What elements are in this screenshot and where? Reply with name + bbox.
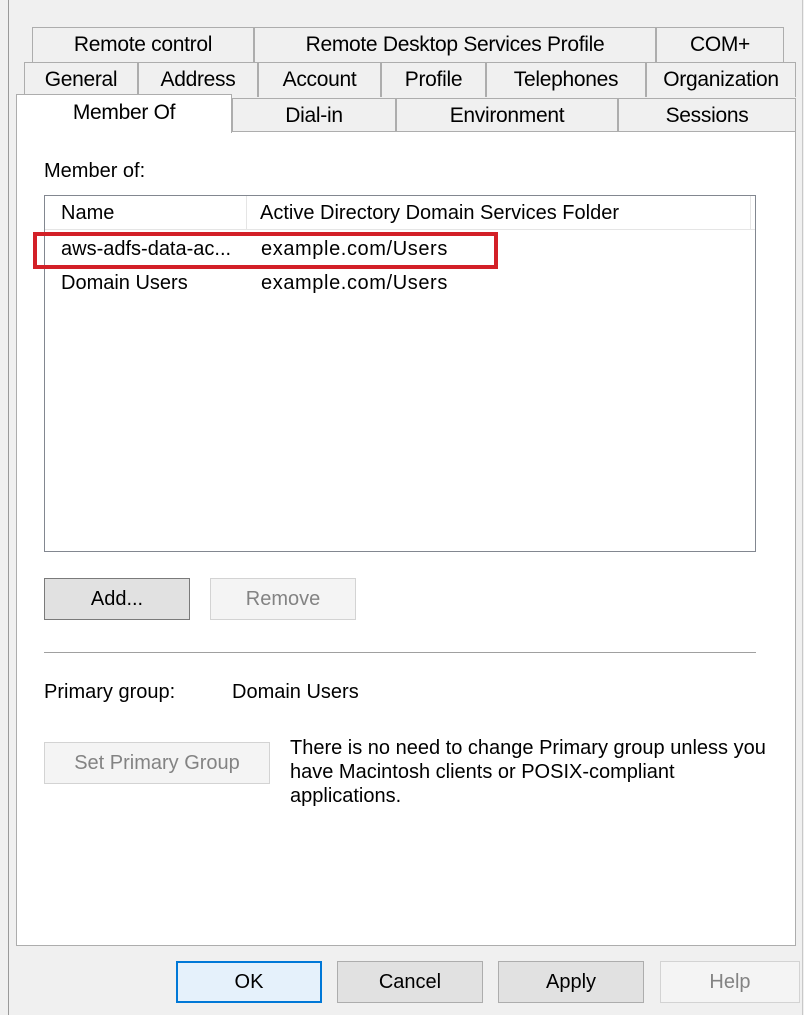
tab-profile[interactable]: Profile	[381, 62, 486, 97]
primary-group-value: Domain Users	[232, 681, 359, 703]
separator	[44, 652, 756, 653]
tab-com-plus[interactable]: COM+	[656, 27, 784, 62]
help-button[interactable]: Help	[660, 961, 800, 1003]
cancel-button[interactable]: Cancel	[337, 961, 483, 1003]
window-border-left	[8, 0, 9, 1015]
group-folder: example.com/Users	[261, 237, 448, 260]
list-item[interactable]: aws-adfs-data-ac... example.com/Users	[45, 232, 755, 266]
window-border-right	[802, 0, 803, 1015]
member-of-list[interactable]: Name Active Directory Domain Services Fo…	[44, 195, 756, 552]
ok-button[interactable]: OK	[176, 961, 322, 1003]
tab-dial-in[interactable]: Dial-in	[232, 98, 396, 133]
column-header-name[interactable]: Name	[45, 196, 247, 230]
group-folder: example.com/Users	[261, 271, 448, 294]
apply-button[interactable]: Apply	[498, 961, 644, 1003]
set-primary-group-button[interactable]: Set Primary Group	[44, 742, 270, 784]
tab-remote-desktop-services-profile[interactable]: Remote Desktop Services Profile	[254, 27, 656, 62]
member-of-label: Member of:	[44, 160, 146, 182]
primary-group-note: There is no need to change Primary group…	[290, 737, 766, 807]
add-button[interactable]: Add...	[44, 578, 190, 620]
remove-button[interactable]: Remove	[210, 578, 356, 620]
group-name: aws-adfs-data-ac...	[61, 237, 232, 260]
list-item[interactable]: Domain Users example.com/Users	[45, 266, 755, 300]
tab-remote-control[interactable]: Remote control	[32, 27, 254, 62]
group-name: Domain Users	[61, 271, 188, 294]
tab-environment[interactable]: Environment	[396, 98, 618, 133]
tab-account[interactable]: Account	[258, 62, 381, 97]
tab-member-of[interactable]: Member Of	[16, 94, 232, 133]
tab-address[interactable]: Address	[138, 62, 258, 97]
column-header-folder[interactable]: Active Directory Domain Services Folder	[247, 196, 751, 230]
tab-sessions[interactable]: Sessions	[618, 98, 796, 133]
primary-group-label: Primary group:	[44, 681, 176, 703]
list-header: Name Active Directory Domain Services Fo…	[45, 196, 755, 230]
tab-telephones[interactable]: Telephones	[486, 62, 646, 97]
tab-organization[interactable]: Organization	[646, 62, 796, 97]
tab-general[interactable]: General	[24, 62, 138, 97]
